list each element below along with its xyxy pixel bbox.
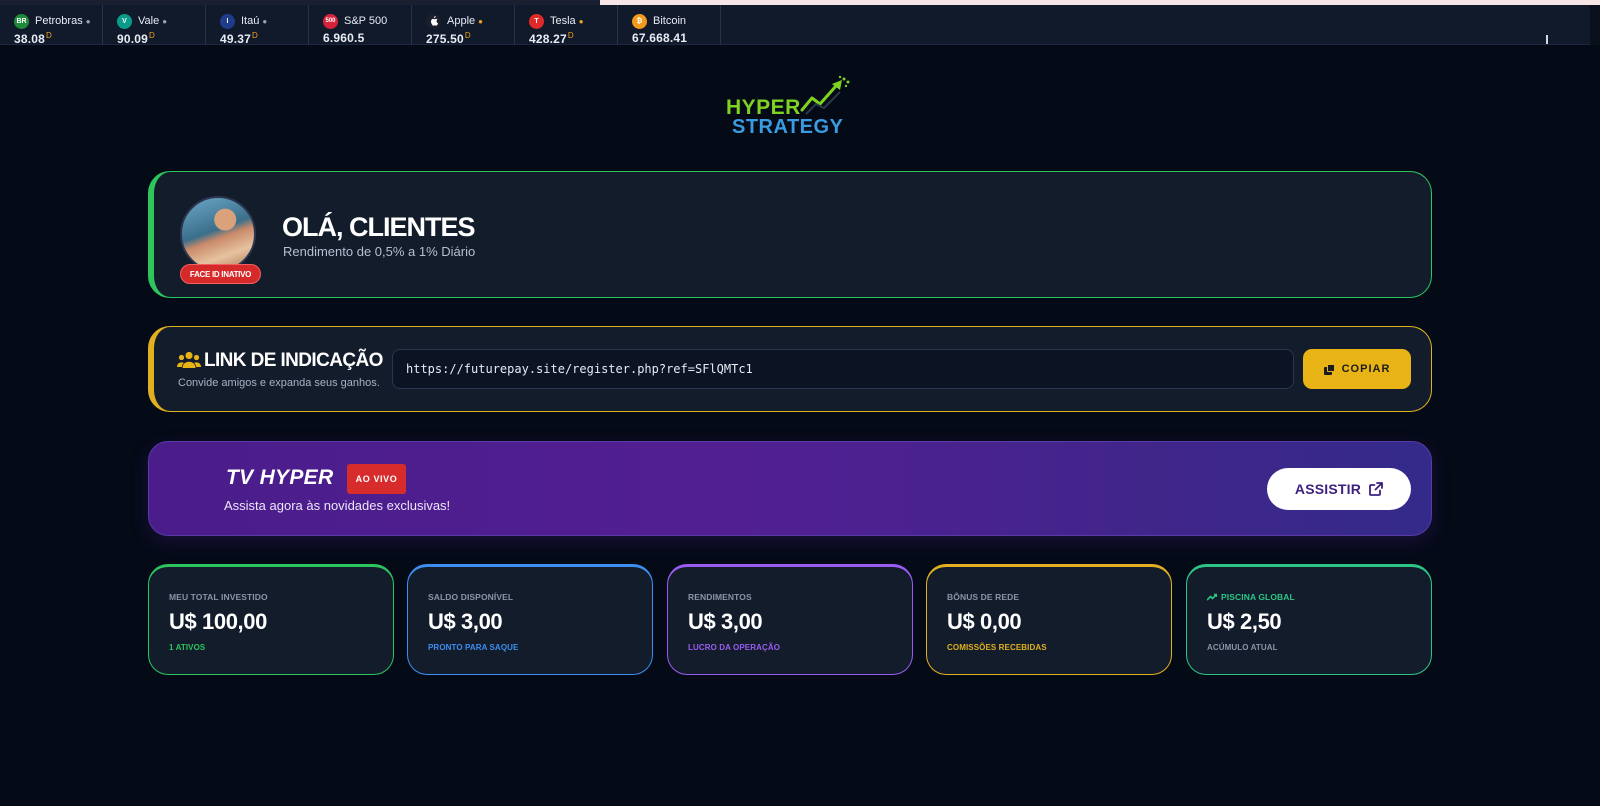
ticker-name: Petrobras (35, 15, 83, 27)
ticker-item-petrobras[interactable]: BR Petrobras ● 38.08D (0, 5, 103, 46)
ticker-price: 49.37 (220, 32, 252, 46)
ticker-price: 428.27 (529, 32, 567, 46)
ticker-price: 67.668.41 (632, 31, 688, 45)
ticker-flag: D (567, 31, 574, 40)
stat-note: PRONTO PARA SAQUE (428, 643, 519, 652)
ticker-flag: D (252, 31, 259, 40)
referral-link-input[interactable] (392, 349, 1294, 389)
status-dot-icon: ● (478, 16, 483, 26)
watch-button[interactable]: ASSISTIR (1267, 468, 1411, 510)
face-id-status-badge: FACE ID INATIVO (180, 264, 261, 284)
petrobras-logo-icon: BR (14, 13, 29, 29)
ticker-name: Itaú (241, 15, 260, 27)
scrollbar[interactable] (1590, 5, 1600, 45)
stat-value: U$ 3,00 (428, 609, 503, 634)
tv-banner: TV HYPER AO VIVO Assista agora às novida… (148, 441, 1432, 536)
status-dot-icon: ● (578, 16, 584, 26)
stat-card-earnings[interactable]: RENDIMENTOS U$ 3,00 LUCRO DA OPERAÇÃO (667, 564, 913, 675)
itau-logo-icon: I (220, 13, 235, 29)
copy-link-button[interactable]: COPIAR (1303, 349, 1411, 389)
ticker-name: Apple (447, 15, 476, 27)
avatar[interactable] (180, 196, 256, 272)
ticker-flag: D (464, 31, 471, 40)
brand-logo: HYPER STRATEGY (726, 76, 850, 138)
stat-label: SALDO DISPONÍVEL (428, 592, 514, 602)
growth-chart-icon (800, 76, 850, 115)
stat-note: 1 ATIVOS (169, 643, 206, 652)
live-badge: AO VIVO (347, 464, 406, 494)
brand-word-strategy: STRATEGY (732, 116, 844, 138)
stat-label: PISCINA GLOBAL (1207, 592, 1431, 602)
stat-value: U$ 100,00 (169, 609, 267, 634)
ticker-name: Vale (138, 15, 160, 27)
ticker-item-itau[interactable]: I Itaú ● 49.37D (206, 5, 309, 46)
stat-label: BÔNUS DE REDE (947, 592, 1020, 602)
ticker-price: 38.08 (14, 32, 46, 46)
bitcoin-logo-icon: ₿ (632, 13, 647, 29)
tesla-logo-icon: T (529, 13, 544, 29)
status-dot-icon: ● (85, 16, 91, 26)
welcome-subtitle: Rendimento de 0,5% a 1% Diário (283, 244, 476, 259)
ticker-item-vale[interactable]: V Vale ● 90.09D (103, 5, 206, 46)
stat-note: LUCRO DA OPERAÇÃO (688, 643, 781, 652)
ticker-item-sp500[interactable]: 500 S&P 500 6.960.5 (309, 5, 412, 45)
ticker-price: 275.50 (426, 32, 464, 46)
ticker-name: S&P 500 (344, 15, 388, 27)
ticker-name: Bitcoin (653, 15, 687, 27)
stat-card-available-balance[interactable]: SALDO DISPONÍVEL U$ 3,00 PRONTO PARA SAQ… (407, 564, 653, 675)
stat-card-network-bonus[interactable]: BÔNUS DE REDE U$ 0,00 COMISSÕES RECEBIDA… (926, 564, 1172, 675)
tv-title: TV HYPER (226, 466, 334, 489)
stat-note: ACÚMULO ATUAL (1207, 643, 1278, 652)
ticker-flag: D (46, 31, 53, 40)
ticker-price: 6.960.5 (323, 31, 365, 45)
users-icon (177, 351, 201, 368)
text-cursor-icon (1546, 35, 1548, 44)
stat-label: RENDIMENTOS (688, 592, 752, 602)
referral-title: LINK DE INDICAÇÃO (204, 350, 383, 371)
referral-subtitle: Convide amigos e expanda seus ganhos. (178, 377, 380, 389)
stat-label-text: PISCINA GLOBAL (1221, 592, 1295, 602)
stat-value: U$ 3,00 (688, 609, 763, 634)
stat-value: U$ 0,00 (947, 609, 1022, 634)
stat-note: COMISSÕES RECEBIDAS (947, 643, 1047, 652)
trend-icon (1207, 593, 1217, 601)
sp500-logo-icon: 500 (323, 13, 338, 29)
ticker-flag: D (149, 31, 156, 40)
stock-ticker-bar: BR Petrobras ● 38.08D V Vale ● 90.09D I … (0, 5, 1590, 46)
ticker-item-bitcoin[interactable]: ₿ Bitcoin 67.668.41 (618, 5, 721, 45)
ticker-item-apple[interactable]: Apple ● 275.50D (412, 5, 515, 46)
vale-logo-icon: V (117, 13, 132, 29)
referral-card: LINK DE INDICAÇÃO Convide amigos e expan… (148, 326, 1432, 412)
welcome-title: OLÁ, CLIENTES (282, 212, 476, 242)
status-dot-icon: ● (162, 16, 168, 26)
ticker-name: Tesla (550, 15, 576, 27)
ticker-item-tesla[interactable]: T Tesla ● 428.27D (515, 5, 618, 46)
copy-icon (1323, 363, 1335, 375)
status-dot-icon: ● (262, 16, 268, 26)
tv-subtitle: Assista agora às novidades exclusivas! (224, 498, 451, 513)
ticker-price: 90.09 (117, 32, 149, 46)
stat-label: MEU TOTAL INVESTIDO (169, 592, 268, 602)
stat-card-global-pool[interactable]: PISCINA GLOBAL U$ 2,50 ACÚMULO ATUAL (1186, 564, 1432, 675)
apple-logo-icon (426, 13, 441, 29)
stat-card-total-invested[interactable]: MEU TOTAL INVESTIDO U$ 100,00 1 ATIVOS (148, 564, 394, 675)
watch-button-label: ASSISTIR (1294, 481, 1362, 497)
copy-button-label: COPIAR (1341, 363, 1391, 375)
welcome-card: FACE ID INATIVO OLÁ, CLIENTES Rendimento… (148, 171, 1432, 298)
external-link-icon (1369, 482, 1383, 496)
stat-value: U$ 2,50 (1207, 609, 1282, 634)
